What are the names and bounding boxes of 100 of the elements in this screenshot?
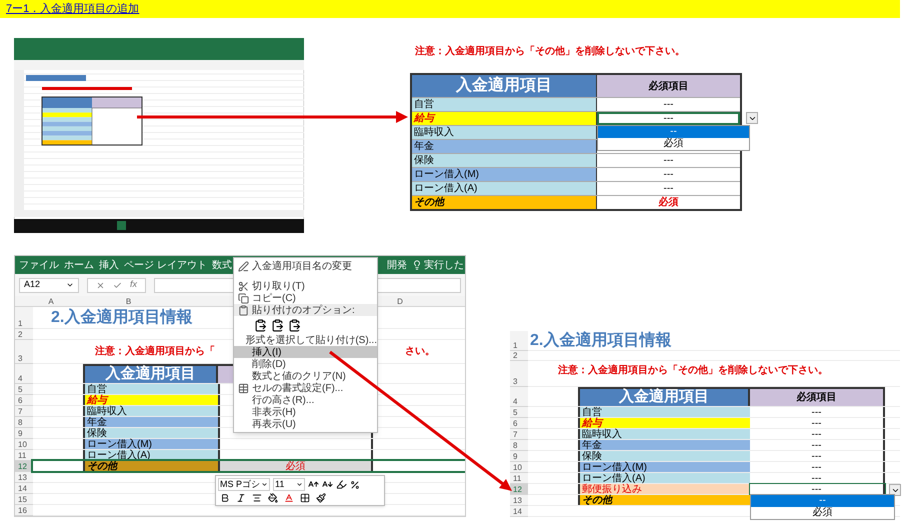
row-number: 8 <box>15 417 33 428</box>
paste-option-icon[interactable] <box>254 318 267 332</box>
search-hint[interactable]: 実行した <box>412 258 464 272</box>
row-number: 10 <box>510 462 528 473</box>
cut-icon <box>238 280 248 292</box>
table-cell: 給与 <box>412 112 597 125</box>
function-label[interactable]: fx <box>130 278 138 292</box>
menu-item[interactable]: 入金適用項目名の変更 <box>234 260 377 272</box>
dropdown-button[interactable] <box>889 484 901 496</box>
table-cell: 臨時収入 <box>83 406 218 416</box>
row-number: 3 <box>510 361 528 387</box>
pen-icon <box>238 260 248 272</box>
table-cell: 臨時収入 <box>578 429 750 439</box>
row-number: 6 <box>510 418 528 429</box>
row-number: 7 <box>510 429 528 440</box>
column-header: 入金適用項目 <box>412 75 597 97</box>
copy-icon <box>238 292 248 304</box>
menu-item[interactable]: セルの書式設定(F)... <box>234 382 377 394</box>
name-box[interactable]: A12 <box>19 278 79 292</box>
table-cell: ローン借入(A) <box>412 182 597 195</box>
percent-icon[interactable] <box>350 480 360 490</box>
table-cell: 給与 <box>578 418 750 428</box>
table-cell: ローン借入(M) <box>412 168 597 181</box>
paste-option-icon[interactable] <box>271 318 284 332</box>
row-number: 8 <box>510 440 528 451</box>
paste-option-icon[interactable] <box>288 318 301 332</box>
menu-item[interactable]: 削除(D) <box>234 358 377 370</box>
table-cell: 臨時収入 <box>412 126 597 139</box>
column-header: D <box>396 296 404 306</box>
font-field[interactable]: MS Pゴシ <box>218 478 270 491</box>
row-number: 14 <box>15 483 33 494</box>
menu-item[interactable]: 挿入(I) <box>234 346 377 358</box>
menu-item[interactable]: 再表示(U) <box>234 418 377 430</box>
table-cell: 年金 <box>578 440 750 450</box>
caret-icon <box>66 281 74 289</box>
row-number: 4 <box>510 387 528 407</box>
column-header: A <box>47 296 55 306</box>
row-number: 4 <box>15 364 33 384</box>
row-number: 16 <box>15 505 33 516</box>
table-cell: その他 <box>412 196 597 209</box>
table-cell: 郵便振り込み <box>578 484 750 494</box>
lightbulb-icon <box>412 260 422 270</box>
table-cell: 必須 <box>218 461 373 471</box>
cell-reference: A12 <box>24 278 40 292</box>
row-number: 2 <box>15 329 33 340</box>
ribbon-tab[interactable]: 挿入 <box>99 258 119 272</box>
table-cell: 自営 <box>83 384 218 394</box>
table-cell: 年金 <box>83 417 218 427</box>
ribbon-tab[interactable]: ページ レイアウト <box>124 258 207 272</box>
row-number: 14 <box>510 506 528 517</box>
ribbon-tab[interactable]: ファイル <box>19 258 59 272</box>
dropdown-button[interactable] <box>746 112 758 124</box>
cancel-icon[interactable] <box>96 280 105 290</box>
paste-icon <box>238 304 248 316</box>
bold-icon[interactable] <box>220 493 230 503</box>
check-icon[interactable] <box>113 280 122 290</box>
menu-item[interactable]: 数式と値のクリア(N) <box>234 370 377 382</box>
dropdown-option[interactable]: -- <box>598 126 749 138</box>
table-cell: 自営 <box>578 407 750 417</box>
table-cell: 自営 <box>412 98 597 111</box>
table-cell: ローン借入(A) <box>578 473 750 483</box>
table-cell: 給与 <box>83 395 218 405</box>
grow-font-icon[interactable] <box>308 479 319 490</box>
align-center-icon[interactable] <box>252 493 262 503</box>
menu-section-header: 貼り付けのオプション: <box>234 304 377 316</box>
row-number: 11 <box>510 473 528 484</box>
dropdown-option[interactable]: -- <box>751 495 894 507</box>
row-number: 7 <box>15 406 33 417</box>
sheet-title: 2.入金適用項目情報 <box>530 331 672 350</box>
table-cell: その他 <box>578 495 750 505</box>
row-number: 3 <box>15 340 33 364</box>
borders-icon[interactable] <box>300 493 310 503</box>
ribbon-tab[interactable]: 開発 <box>386 258 407 272</box>
section-heading: 7ー1．入金適用項目の追加 <box>6 2 140 17</box>
row-number: 6 <box>15 395 33 406</box>
menu-item[interactable]: 非表示(H) <box>234 406 377 418</box>
menu-item[interactable]: 切り取り(T) <box>234 280 377 292</box>
row-number: 9 <box>15 428 33 439</box>
column-header: 入金適用項目 <box>578 387 750 406</box>
row-number: 1 <box>15 307 33 329</box>
ribbon-tab[interactable]: 数式 <box>212 258 232 272</box>
size-field[interactable]: 11 <box>273 478 305 491</box>
shrink-font-icon[interactable] <box>322 479 333 490</box>
ribbon-tab[interactable]: ホーム <box>64 258 94 272</box>
column-header: 必須項目 <box>597 75 740 97</box>
warning-note: 注意：入金適用項目から「その他」を削除しないで下さい。 <box>415 44 686 59</box>
menu-item[interactable]: コピー(C) <box>234 292 377 304</box>
row-number: 13 <box>15 472 33 483</box>
highlighter-icon[interactable] <box>336 479 347 490</box>
column-header: 入金適用項目 <box>83 364 218 383</box>
font-color-icon[interactable] <box>284 493 294 503</box>
paint-bucket-icon[interactable] <box>268 493 278 503</box>
italic-icon[interactable] <box>236 493 246 503</box>
warning-note: 注意：入金適用項目から「 <box>95 344 215 359</box>
font-size: 11 <box>275 478 284 491</box>
brush-icon[interactable] <box>316 493 326 503</box>
menu-item[interactable]: 形式を選択して貼り付け(S)... <box>234 334 377 346</box>
menu-item[interactable]: 行の高さ(R)... <box>234 394 377 406</box>
row-number: 5 <box>15 384 33 395</box>
row-number: 10 <box>15 439 33 450</box>
